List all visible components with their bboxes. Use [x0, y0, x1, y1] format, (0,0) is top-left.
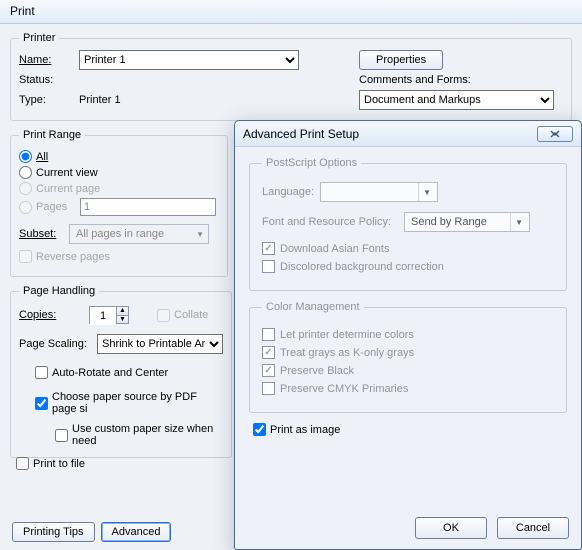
printer-select[interactable]: Printer 1 — [79, 50, 299, 70]
subset-select[interactable]: All pages in range ▼ — [69, 224, 209, 244]
custom-paper-label: Use custom paper size when need — [72, 423, 223, 447]
print-as-image-label: Print as image — [270, 424, 340, 436]
auto-rotate-label: Auto-Rotate and Center — [52, 367, 168, 379]
comments-select[interactable]: Document and Markups — [359, 90, 554, 110]
printer-group: Printer Name: Printer 1 Properties Statu… — [10, 32, 572, 121]
properties-button[interactable]: Properties — [359, 50, 443, 70]
printer-legend: Printer — [19, 32, 59, 44]
preserve-cmyk-checkbox — [262, 382, 275, 395]
language-select: ▼ — [320, 182, 438, 202]
scaling-label: Page Scaling: — [19, 338, 97, 350]
cancel-button[interactable]: Cancel — [497, 517, 569, 539]
let-printer-checkbox — [262, 328, 275, 341]
page-handling-group: Page Handling Copies: ▲▼ Collate Page Sc… — [10, 285, 232, 458]
advanced-button[interactable]: Advanced — [101, 522, 172, 542]
color-legend: Color Management — [262, 301, 364, 313]
download-asian-checkbox — [262, 242, 275, 255]
comments-label: Comments and Forms: — [309, 74, 563, 86]
radio-current-page — [19, 182, 32, 195]
printing-tips-button[interactable]: Printing Tips — [12, 522, 95, 542]
name-label: Name: — [19, 54, 79, 66]
policy-label: Font and Resource Policy: — [262, 216, 404, 228]
close-icon — [548, 130, 562, 138]
scaling-select[interactable]: Shrink to Printable Area — [97, 334, 223, 354]
subset-label: Subset: — [19, 228, 69, 240]
postscript-group: PostScript Options Language: ▼ Font and … — [249, 157, 567, 291]
copies-input[interactable] — [90, 307, 116, 325]
radio-all[interactable] — [19, 150, 32, 163]
preserve-black-checkbox — [262, 364, 275, 377]
collate-label: Collate — [174, 309, 208, 321]
overlay-title: Advanced Print Setup — [243, 127, 359, 141]
type-label: Type: — [19, 94, 79, 106]
print-as-image-checkbox[interactable] — [253, 423, 266, 436]
policy-select[interactable]: Send by Range ▼ — [404, 212, 530, 232]
status-label: Status: — [19, 74, 79, 86]
ps-legend: PostScript Options — [262, 157, 361, 169]
close-button[interactable] — [537, 126, 573, 142]
type-value: Printer 1 — [79, 94, 309, 106]
spin-up-icon[interactable]: ▲ — [116, 307, 128, 316]
reverse-checkbox — [19, 250, 32, 263]
radio-all-label: All — [36, 151, 48, 163]
radio-current-page-label: Current page — [36, 183, 100, 195]
treat-grays-label: Treat grays as K-only grays — [280, 347, 414, 359]
treat-grays-checkbox — [262, 346, 275, 359]
chevron-down-icon: ▼ — [196, 230, 204, 239]
preserve-cmyk-label: Preserve CMYK Primaries — [280, 383, 408, 395]
print-to-file-checkbox[interactable] — [16, 457, 29, 470]
language-label: Language: — [262, 186, 320, 198]
radio-pages-label: Pages — [36, 201, 80, 213]
let-printer-label: Let printer determine colors — [280, 329, 414, 341]
chevron-down-icon: ▼ — [510, 213, 527, 231]
ok-button[interactable]: OK — [415, 517, 487, 539]
radio-pages — [19, 201, 32, 214]
discolored-checkbox — [262, 260, 275, 273]
color-management-group: Color Management Let printer determine c… — [249, 301, 567, 413]
choose-source-label: Choose paper source by PDF page si — [52, 391, 223, 415]
discolored-label: Discolored background correction — [280, 261, 444, 273]
copies-spinner[interactable]: ▲▼ — [89, 306, 129, 324]
radio-current-view-label: Current view — [36, 167, 98, 179]
print-to-file-label: Print to file — [33, 458, 85, 470]
pages-input — [80, 198, 216, 216]
advanced-print-setup-dialog: Advanced Print Setup PostScript Options … — [234, 120, 582, 550]
auto-rotate-checkbox[interactable] — [35, 366, 48, 379]
collate-checkbox — [157, 309, 170, 322]
radio-current-view[interactable] — [19, 166, 32, 179]
range-legend: Print Range — [19, 129, 85, 141]
print-range-group: Print Range All Current view Current pag… — [10, 129, 228, 277]
reverse-label: Reverse pages — [36, 251, 110, 263]
window-titlebar: Print — [0, 0, 582, 24]
chevron-down-icon: ▼ — [418, 183, 435, 201]
preserve-black-label: Preserve Black — [280, 365, 354, 377]
choose-source-checkbox[interactable] — [35, 397, 48, 410]
copies-label: Copies: — [19, 309, 89, 321]
custom-paper-checkbox[interactable] — [55, 429, 68, 442]
download-asian-label: Download Asian Fonts — [280, 243, 389, 255]
window-title: Print — [10, 4, 35, 18]
handling-legend: Page Handling — [19, 285, 99, 297]
spin-down-icon[interactable]: ▼ — [116, 316, 128, 324]
